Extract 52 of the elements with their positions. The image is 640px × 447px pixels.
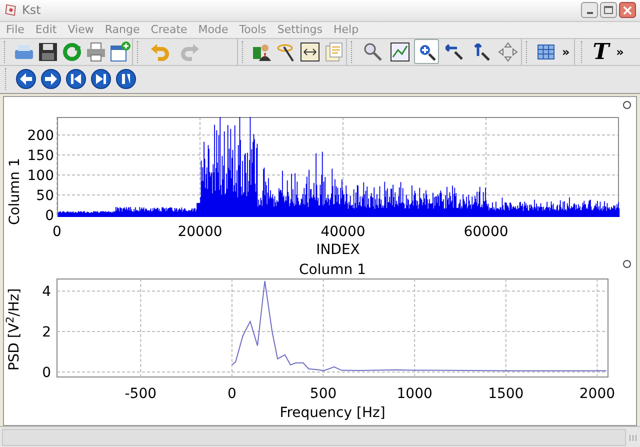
minimize-button[interactable] <box>581 2 598 18</box>
axis-label: Column 1 <box>6 158 22 226</box>
overflow-chevron[interactable]: » <box>614 42 626 61</box>
overflow-chevron[interactable]: » <box>559 42 573 61</box>
tick-label: 0 <box>45 208 54 224</box>
tick-label: 20000 <box>178 224 222 240</box>
skip-forward-icon[interactable] <box>90 68 112 90</box>
app-icon <box>4 3 18 18</box>
calendar-plus-icon[interactable] <box>109 40 131 63</box>
plot-handle-icon[interactable] <box>623 260 631 268</box>
tick-label: 1500 <box>488 386 524 402</box>
chart-frame-icon[interactable] <box>299 40 321 63</box>
plot-handle-icon[interactable] <box>623 100 631 109</box>
forward-icon[interactable] <box>40 68 62 90</box>
back-icon[interactable] <box>15 68 37 90</box>
tick-label: 40000 <box>320 224 366 240</box>
axis-label: INDEX <box>316 242 360 257</box>
tick-label: 0 <box>228 386 236 402</box>
window-title: Kst <box>22 2 41 20</box>
menu-item[interactable]: File <box>6 22 24 38</box>
tick-label: 4 <box>42 284 51 300</box>
menu-item[interactable]: View <box>68 22 94 38</box>
tick-label: 100 <box>27 168 54 184</box>
printer-icon[interactable] <box>85 40 107 63</box>
save-icon[interactable] <box>37 40 59 63</box>
tick-label: 200 <box>27 128 54 144</box>
tick-label: -500 <box>124 386 157 402</box>
close-icon <box>623 6 632 15</box>
tick-label: 50 <box>36 188 54 204</box>
menu-item[interactable]: Tools <box>239 22 266 38</box>
close-button[interactable] <box>619 2 636 18</box>
text-tool[interactable]: T <box>592 40 610 63</box>
tick-label: 500 <box>310 386 337 402</box>
tick-label: 0 <box>52 224 62 240</box>
tick-label: 2000 <box>579 386 616 402</box>
tick-label: 150 <box>27 148 54 164</box>
menu-item[interactable]: Range <box>104 22 140 38</box>
skip-back-icon[interactable] <box>65 68 87 90</box>
menu-item[interactable]: Mode <box>198 22 228 38</box>
axis-label: Frequency [Hz] <box>280 404 386 421</box>
menu-item[interactable]: Create <box>150 22 188 38</box>
resize-grip-icon <box>628 432 638 442</box>
menu-item[interactable]: Settings <box>277 22 322 38</box>
tick-label: 2 <box>42 324 51 340</box>
tick-label: 0 <box>42 364 51 381</box>
tick-label: 1000 <box>396 386 432 402</box>
pause-icon[interactable] <box>115 68 137 90</box>
tick-label: 60000 <box>464 224 508 240</box>
menu-item[interactable]: Help <box>334 22 359 38</box>
maximize-button[interactable] <box>600 2 617 18</box>
chart-title: Column 1 <box>299 262 366 278</box>
menu-item[interactable]: Edit <box>35 22 57 38</box>
